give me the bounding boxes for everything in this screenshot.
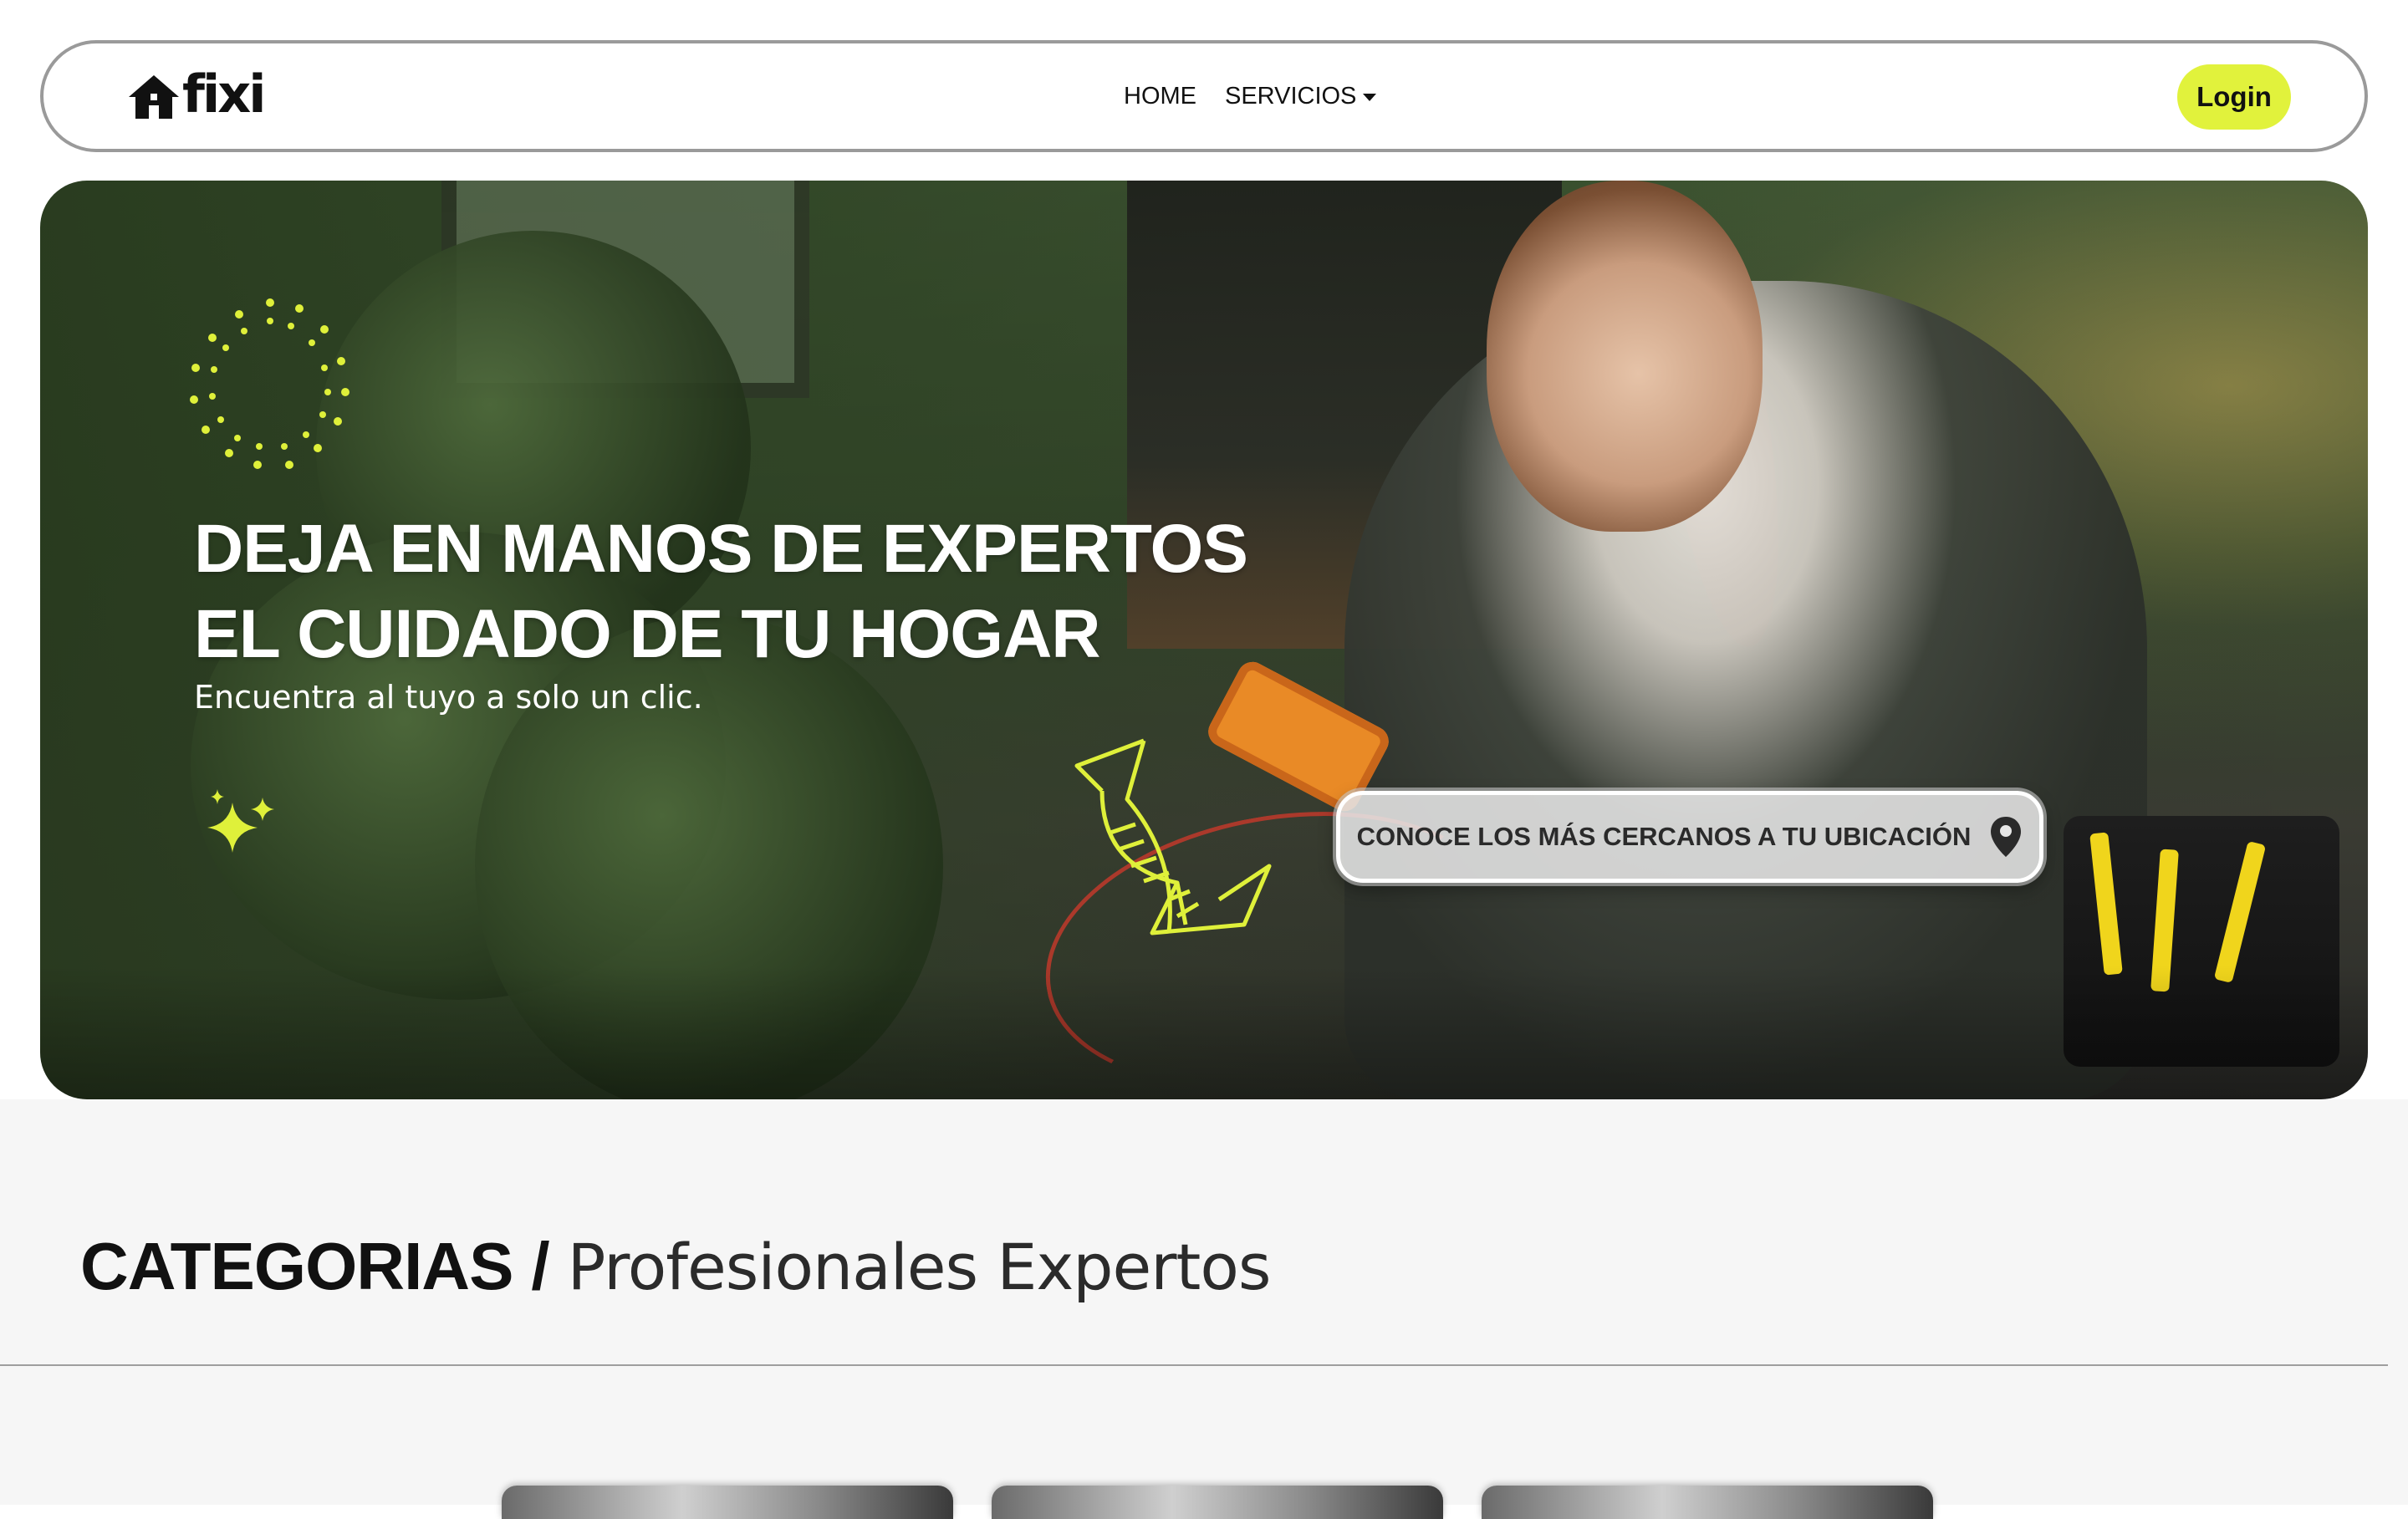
categories-subtitle: Profesionales Expertos	[567, 1230, 1272, 1304]
sunburst-decoration-icon	[190, 298, 349, 469]
hero-title-line: EL CUIDADO DE TU HOGAR	[194, 596, 1101, 672]
category-card[interactable]	[502, 1486, 953, 1519]
hero-person-head	[1487, 181, 1763, 532]
location-pin-icon	[1991, 817, 2022, 857]
nearby-experts-button[interactable]: CONOCE LOS MÁS CERCANOS A TU UBICACIÓN	[1336, 791, 2043, 883]
nearby-experts-label: CONOCE LOS MÁS CERCANOS A TU UBICACIÓN	[1356, 822, 1972, 851]
fixi-logo[interactable]: fixi	[127, 64, 266, 125]
nav-servicios-dropdown[interactable]: SERVICIOS	[1225, 82, 1377, 110]
category-card[interactable]	[1482, 1486, 1933, 1519]
main-nav: HOME SERVICIOS	[1124, 43, 1377, 149]
navbar: fixi HOME SERVICIOS Login	[40, 40, 2368, 152]
hero-tool	[2089, 832, 2123, 976]
sparkle-icon	[207, 789, 274, 853]
caret-down-icon	[1363, 93, 1377, 101]
hero-shadow	[40, 966, 2368, 1099]
categories-section: CATEGORIAS / Profesionales Expertos	[0, 1099, 2408, 1519]
categories-title: CATEGORIAS	[80, 1229, 513, 1303]
logo-text: fixi	[182, 64, 266, 125]
section-divider	[0, 1364, 2388, 1366]
hero-banner: DEJA EN MANOS DE EXPERTOS EL CUIDADO DE …	[40, 181, 2368, 1099]
house-icon	[129, 75, 179, 119]
category-card[interactable]	[992, 1486, 1443, 1519]
hero-tool	[2213, 840, 2267, 984]
nav-home[interactable]: HOME	[1124, 83, 1196, 110]
categories-separator: /	[531, 1229, 549, 1303]
categories-heading: CATEGORIAS / Profesionales Expertos	[80, 1229, 1272, 1304]
curved-arrow-icon	[1074, 738, 1272, 935]
login-button[interactable]: Login	[2177, 64, 2291, 130]
hero-title: DEJA EN MANOS DE EXPERTOS EL CUIDADO DE …	[194, 507, 1248, 677]
nav-servicios-label: SERVICIOS	[1225, 82, 1357, 110]
hero-subtitle: Encuentra al tuyo a solo un clic.	[194, 679, 703, 716]
hero-title-line: DEJA EN MANOS DE EXPERTOS	[194, 511, 1248, 587]
